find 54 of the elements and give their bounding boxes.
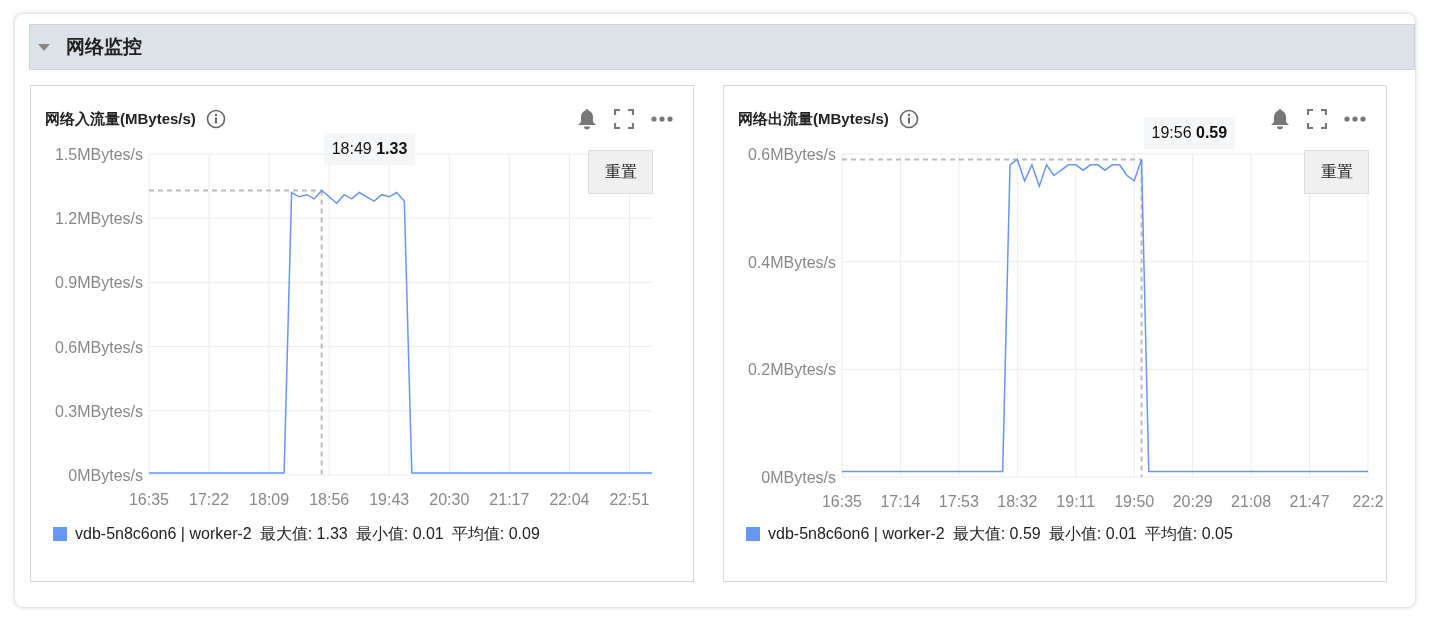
fullscreen-icon[interactable] [614,109,634,129]
x-axis-label: 18:09 [249,491,290,508]
fullscreen-icon[interactable] [1307,109,1327,129]
x-axis-label: 20:30 [429,491,470,508]
x-axis-label: 16:35 [129,491,169,508]
section-title: 网络监控 [66,34,142,59]
legend-stat: 最大值: 1.33 [259,524,348,544]
bell-icon[interactable] [577,108,597,130]
x-axis-label: 19:43 [369,491,410,508]
legend-label[interactable]: vdb-5n8c6on6 | worker-2 [768,522,945,546]
y-axis-label: 0.2MBytes/s [747,361,836,379]
x-axis-label: 19:11 [1056,493,1096,510]
y-axis-label: 0.3MBytes/s [54,402,143,420]
x-axis-label: 18:32 [997,493,1038,510]
legend-label[interactable]: vdb-5n8c6on6 | worker-2 [75,522,252,546]
y-axis-label: 1.5MBytes/s [54,146,143,163]
x-axis-label: 22:04 [549,491,590,508]
y-axis-label: 0.6MBytes/s [747,146,836,163]
legend-stat: 平均值: 0.05 [1144,524,1233,544]
panel-title: 网络出流量(MBytes/s) [738,108,889,129]
x-axis-label: 17:53 [938,493,979,510]
x-axis-label: 22:2 [1352,493,1384,510]
chart-tooltip: 18:49 1.33 [323,133,416,165]
section-header[interactable]: 网络监控 [29,24,1415,70]
legend-stat: 最大值: 0.59 [952,524,1041,544]
x-axis-label: 21:47 [1289,493,1330,510]
more-icon[interactable] [1344,116,1366,122]
y-axis-label: 0MBytes/s [68,467,143,484]
legend-stat: 最小值: 0.01 [1048,524,1137,544]
info-icon[interactable] [205,109,226,129]
x-axis-label: 21:08 [1231,493,1272,510]
reset-button[interactable]: 重置 [588,150,653,194]
more-icon[interactable] [651,116,673,122]
info-icon[interactable] [898,109,919,129]
y-axis-label: 1.2MBytes/s [54,210,143,228]
legend-stat: 最小值: 0.01 [355,524,444,544]
y-axis-label: 0MBytes/s [761,469,836,486]
x-axis-label: 17:14 [880,493,921,510]
collapse-caret-icon[interactable] [38,43,50,51]
y-axis-label: 0.9MBytes/s [54,274,143,292]
chart-tooltip: 19:56 0.59 [1143,117,1236,149]
x-axis-label: 16:35 [822,493,862,510]
reset-button[interactable]: 重置 [1304,150,1369,194]
x-axis-label: 18:56 [309,491,350,508]
legend-stat: 平均值: 0.09 [451,524,540,544]
panel-title: 网络入流量(MBytes/s) [45,108,196,129]
x-axis-label: 22:51 [609,491,650,508]
x-axis-label: 21:17 [489,491,530,508]
x-axis-label: 19:50 [1114,493,1155,510]
y-axis-label: 0.4MBytes/s [747,253,836,271]
bell-icon[interactable] [1270,108,1290,130]
y-axis-label: 0.6MBytes/s [54,338,143,356]
x-axis-label: 20:29 [1172,493,1213,510]
x-axis-label: 17:22 [189,491,230,508]
